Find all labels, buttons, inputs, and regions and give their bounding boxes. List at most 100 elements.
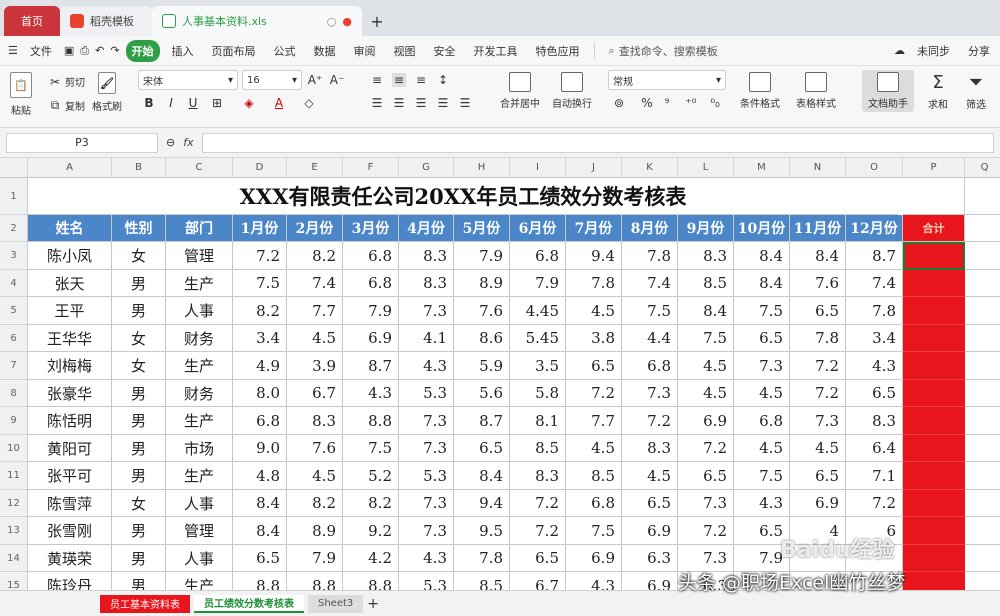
align-top-icon[interactable]: ≡: [370, 73, 384, 87]
menu-file[interactable]: 文件: [24, 40, 58, 62]
score-cell[interactable]: 7.6: [790, 270, 846, 297]
score-cell[interactable]: 8.3: [510, 462, 566, 490]
header-cell[interactable]: 部门: [166, 215, 233, 242]
score-cell[interactable]: 7.3: [678, 490, 734, 517]
row-header[interactable]: 14: [0, 545, 28, 572]
sheet-tab-basic-info[interactable]: 员工基本资料表: [100, 594, 190, 613]
score-cell[interactable]: 7.2: [233, 242, 287, 270]
total-cell[interactable]: [903, 545, 965, 572]
score-cell[interactable]: 7.8: [566, 270, 622, 297]
thousands-icon[interactable]: ⁹: [660, 96, 674, 110]
row-header[interactable]: 9: [0, 407, 28, 435]
score-cell[interactable]: 4.3: [399, 545, 454, 572]
share-button[interactable]: 分享: [962, 40, 996, 62]
font-name-select[interactable]: 宋体 ▾: [138, 70, 238, 90]
empty-cell[interactable]: [965, 215, 1000, 242]
score-cell[interactable]: 8.3: [399, 270, 454, 297]
merge-center-button[interactable]: 合并居中: [500, 72, 540, 110]
total-cell[interactable]: [903, 407, 965, 435]
score-cell[interactable]: 4.5: [734, 435, 790, 462]
zoom-icon[interactable]: ⊖: [166, 136, 175, 149]
cut-button[interactable]: ✂ 剪切: [48, 74, 85, 90]
justify-icon[interactable]: ☰: [436, 96, 450, 110]
decrease-font-icon[interactable]: A⁻: [330, 73, 345, 87]
sheet-title[interactable]: XXX有限责任公司20XX年员工绩效分数考核表: [28, 178, 898, 215]
score-cell[interactable]: 6.9: [622, 572, 678, 590]
score-cell[interactable]: 4.3: [343, 380, 399, 407]
total-cell[interactable]: [903, 270, 965, 297]
score-cell[interactable]: 7.8: [846, 297, 903, 325]
score-cell[interactable]: 6.9: [790, 490, 846, 517]
decrease-decimal-icon[interactable]: ⁰₀: [708, 96, 722, 110]
total-cell[interactable]: [903, 380, 965, 407]
score-cell[interactable]: 4.5: [287, 462, 343, 490]
empty-cell[interactable]: [965, 545, 1000, 572]
score-cell[interactable]: 7.6: [454, 297, 510, 325]
score-cell[interactable]: 5.6: [454, 380, 510, 407]
header-cell[interactable]: 8月份: [622, 215, 678, 242]
score-cell[interactable]: 8.3: [287, 407, 343, 435]
column-header[interactable]: D: [233, 158, 287, 178]
empty-cell[interactable]: [965, 572, 1000, 590]
score-cell[interactable]: 6.8: [343, 242, 399, 270]
score-cell[interactable]: 4.5: [287, 325, 343, 352]
menu-dev[interactable]: 开发工具: [468, 40, 524, 62]
score-cell[interactable]: 6.9: [566, 545, 622, 572]
score-cell[interactable]: 4.2: [343, 545, 399, 572]
score-cell[interactable]: 8.7: [846, 242, 903, 270]
score-cell[interactable]: 8.9: [454, 270, 510, 297]
redo-icon[interactable]: ↷: [110, 44, 119, 57]
score-cell[interactable]: 8.1: [510, 407, 566, 435]
score-cell[interactable]: 6.8: [343, 270, 399, 297]
dept-cell[interactable]: 管理: [166, 517, 233, 545]
total-cell[interactable]: [903, 325, 965, 352]
score-cell[interactable]: 7.3: [399, 297, 454, 325]
score-cell[interactable]: 4.5: [678, 380, 734, 407]
score-cell[interactable]: 8.9: [287, 517, 343, 545]
header-cell[interactable]: 7月份: [566, 215, 622, 242]
paste-button[interactable]: 📋 粘贴: [10, 72, 32, 117]
score-cell[interactable]: 4.9: [233, 352, 287, 380]
tab-file[interactable]: 人事基本资料.xls ○ ●: [152, 6, 362, 36]
gender-cell[interactable]: 女: [112, 490, 166, 517]
align-left-icon[interactable]: ☰: [370, 96, 384, 110]
score-cell[interactable]: 4.3: [846, 352, 903, 380]
menu-data[interactable]: 数据: [308, 40, 342, 62]
total-cell[interactable]: [903, 297, 965, 325]
score-cell[interactable]: 8.4: [790, 242, 846, 270]
column-header[interactable]: Q: [965, 158, 1000, 178]
currency-icon[interactable]: ⊚: [612, 96, 626, 110]
bold-icon[interactable]: B: [142, 96, 156, 110]
score-cell[interactable]: 7.9: [287, 545, 343, 572]
underline-icon[interactable]: U: [186, 96, 200, 110]
score-cell[interactable]: 8.3: [622, 435, 678, 462]
dept-cell[interactable]: 生产: [166, 352, 233, 380]
header-cell[interactable]: 12月份: [846, 215, 903, 242]
score-cell[interactable]: 4.5: [790, 435, 846, 462]
row-header[interactable]: 11: [0, 462, 28, 490]
score-cell[interactable]: 4.4: [622, 325, 678, 352]
empty-cell[interactable]: [965, 270, 1000, 297]
score-cell[interactable]: 7.2: [846, 490, 903, 517]
score-cell[interactable]: 8.4: [233, 490, 287, 517]
row-header[interactable]: 5: [0, 297, 28, 325]
name-cell[interactable]: 张雪刚: [28, 517, 112, 545]
score-cell[interactable]: 6.5: [510, 545, 566, 572]
empty-cell[interactable]: [965, 242, 1000, 270]
name-cell[interactable]: 王华华: [28, 325, 112, 352]
score-cell[interactable]: 8.3: [846, 407, 903, 435]
row-header[interactable]: 3: [0, 242, 28, 270]
command-search[interactable]: ⌕ 查找命令、搜索模板: [609, 43, 718, 59]
empty-cell[interactable]: [965, 297, 1000, 325]
tab-docer[interactable]: 稻壳模板: [60, 6, 152, 36]
total-cell[interactable]: [903, 462, 965, 490]
column-header[interactable]: C: [166, 158, 233, 178]
row-header[interactable]: 10: [0, 435, 28, 462]
name-box[interactable]: P3: [6, 132, 158, 153]
score-cell[interactable]: 6.7: [510, 572, 566, 590]
undo-icon[interactable]: ↶: [95, 44, 104, 57]
tab-home[interactable]: 首页: [4, 6, 60, 36]
score-cell[interactable]: 6.5: [790, 297, 846, 325]
score-cell[interactable]: 3.9: [287, 352, 343, 380]
dept-cell[interactable]: 人事: [166, 297, 233, 325]
